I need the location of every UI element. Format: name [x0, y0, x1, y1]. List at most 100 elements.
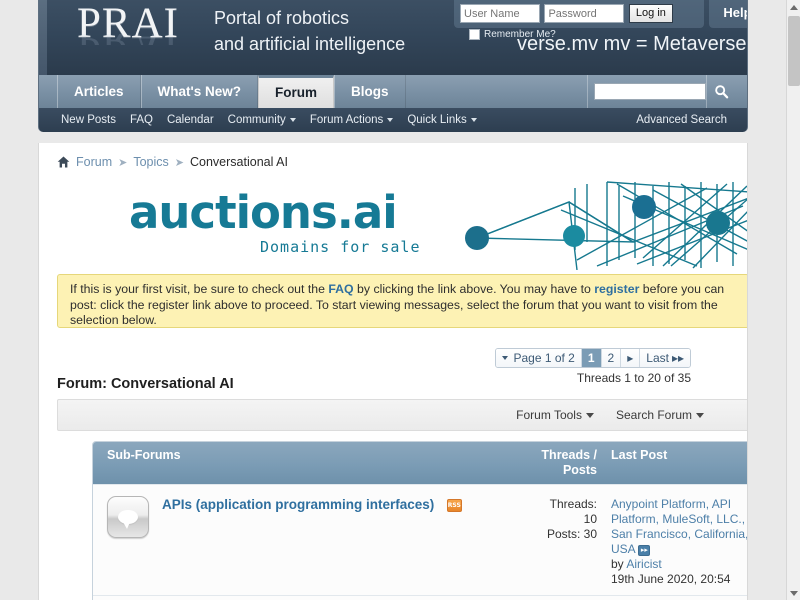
tab-articles[interactable]: Articles — [57, 75, 141, 108]
column-header-subforums: Sub-Forums — [107, 448, 181, 462]
remember-me-checkbox[interactable] — [469, 29, 480, 40]
chevron-down-icon — [387, 118, 394, 122]
notice-faq-link[interactable]: FAQ — [328, 282, 353, 296]
scroll-down-button[interactable] — [787, 586, 800, 600]
site-logo-reflection: PRAI — [77, 34, 179, 45]
pagination-last-button[interactable]: Last ▸▸ — [640, 349, 690, 367]
chevron-right-icon: ▸ — [627, 351, 634, 365]
page-scrollbar[interactable] — [786, 0, 800, 600]
subforums-table: Sub-Forums Threads / Posts Last Post API… — [92, 441, 747, 600]
nav-search-input[interactable] — [594, 83, 706, 100]
network-graph-illustration — [465, 181, 747, 270]
column-header-threads-posts: Threads / Posts — [495, 448, 607, 478]
breadcrumb-item-forum[interactable]: Forum — [76, 155, 112, 169]
subnav-label: New Posts — [61, 114, 116, 126]
notice-text-part2: by clicking the link above. You may have… — [353, 282, 595, 296]
pagination-last-label: Last — [646, 351, 669, 365]
login-form: Log in — [454, 0, 704, 28]
nav-search-area — [587, 75, 747, 108]
advanced-search-link[interactable]: Advanced Search — [636, 108, 727, 132]
rss-icon[interactable]: RSS — [446, 499, 462, 512]
chevron-down-icon — [585, 412, 594, 418]
secondary-navbar: New Posts FAQ Calendar Community Forum A… — [38, 108, 748, 132]
scroll-up-icon — [790, 4, 798, 10]
content-panel: Forum ➤ Topics ➤ Conversational AI aucti… — [38, 143, 748, 600]
row-last-post-cell: Anypoint Platform, API Platform, MuleSof… — [607, 493, 747, 587]
row-name-cell: APIs (application programming interfaces… — [162, 493, 495, 587]
subnav-item-faq[interactable]: FAQ — [130, 114, 153, 126]
pagination-page-2[interactable]: 2 — [601, 349, 622, 367]
search-forum-dropdown[interactable]: Search Forum — [616, 408, 704, 422]
home-icon[interactable] — [57, 156, 70, 168]
breadcrumb-item-current: Conversational AI — [190, 155, 288, 169]
main-navbar: Articles What's New? Forum Blogs — [38, 75, 748, 108]
tab-forum[interactable]: Forum — [258, 75, 334, 108]
secondary-nav-items: New Posts FAQ Calendar Community Forum A… — [61, 108, 477, 132]
password-input[interactable] — [544, 4, 625, 23]
page-right-margin — [748, 0, 786, 600]
subnav-item-calendar[interactable]: Calendar — [167, 114, 214, 126]
forum-tools-bar: Forum Tools Search Forum — [57, 399, 747, 431]
header-left-accent — [39, 0, 47, 75]
last-post-by-prefix: by — [611, 557, 627, 571]
page-root: PRAI PRAI Portal of robotics and artific… — [0, 0, 800, 600]
subnav-label: Community — [227, 114, 286, 126]
column-header-threads-line2: Posts — [562, 463, 597, 477]
subnav-label: Forum Actions — [309, 114, 384, 126]
pagination-page-dropdown[interactable]: Page 1 of 2 — [496, 349, 582, 367]
row-icon-cell — [93, 493, 162, 587]
pagination-next-button[interactable]: ▸ — [621, 349, 641, 367]
subforums-table-header: Sub-Forums Threads / Posts Last Post — [93, 442, 747, 484]
last-post-author-link[interactable]: Airicist — [626, 557, 661, 571]
help-button[interactable]: Help — [709, 0, 747, 28]
subnav-label: Calendar — [166, 114, 214, 126]
breadcrumb-item-topics[interactable]: Topics — [133, 155, 168, 169]
last-post-date: 19th June 2020, 20:54 — [611, 572, 731, 586]
chevron-down-icon — [696, 412, 704, 418]
tab-blogs[interactable]: Blogs — [334, 75, 406, 108]
column-header-threads-line1: Threads / — [541, 448, 597, 462]
remember-me-label: Remember Me? — [484, 29, 556, 40]
forum-tools-dropdown[interactable]: Forum Tools — [516, 408, 594, 422]
pagination: Page 1 of 2 1 2 ▸ Last ▸▸ — [495, 348, 691, 368]
notice-register-link[interactable]: register — [594, 282, 639, 296]
threads-value: 10 — [583, 512, 597, 526]
scrollbar-thumb[interactable] — [788, 16, 800, 86]
breadcrumb-separator-icon: ➤ — [118, 156, 128, 169]
pagination-page-1[interactable]: 1 — [581, 349, 602, 367]
column-header-last-post: Last Post — [611, 448, 668, 462]
tab-whats-new[interactable]: What's New? — [140, 75, 258, 108]
speech-bubble-shape — [117, 510, 138, 529]
subnav-item-new-posts[interactable]: New Posts — [61, 114, 116, 126]
double-chevron-right-icon: ▸▸ — [671, 351, 684, 365]
first-visit-notice: If this is your first visit, be sure to … — [57, 274, 747, 328]
subnav-item-community[interactable]: Community — [228, 114, 296, 126]
thread-count-label: Threads 1 to 20 of 35 — [576, 371, 691, 385]
nav-search-button[interactable] — [706, 75, 736, 108]
last-post-author-row: by Airicist — [611, 557, 747, 572]
row-counts-cell: Threads: 10 Posts: 30 — [495, 493, 607, 587]
pagination-page-label: Page 1 of 2 — [513, 351, 575, 365]
username-input[interactable] — [460, 4, 540, 23]
page-title: Forum: Conversational AI — [57, 376, 234, 392]
subforum-link[interactable]: APIs (application programming interfaces… — [162, 497, 434, 512]
subnav-item-quick-links[interactable]: Quick Links — [407, 114, 477, 126]
table-row[interactable]: APIs (application programming interfaces… — [93, 484, 747, 595]
site-tagline: Portal of robotics and artificial intell… — [214, 5, 474, 57]
subnav-label: Quick Links — [407, 114, 467, 126]
last-post-title-link[interactable]: Anypoint Platform, API Platform, MuleSof… — [611, 497, 747, 556]
table-row[interactable]: Bots RSS Threads: 101 My AI, chatbot, Sn… — [93, 595, 747, 600]
forum-bubble-icon — [106, 496, 149, 538]
advertisement-banner[interactable]: auctions.ai Domains for sale — [57, 180, 747, 270]
subnav-item-forum-actions[interactable]: Forum Actions — [310, 114, 394, 126]
subnav-label: FAQ — [129, 114, 153, 126]
breadcrumb: Forum ➤ Topics ➤ Conversational AI — [57, 155, 288, 169]
scroll-up-button[interactable] — [787, 0, 800, 14]
banner-subtitle: Domains for sale — [260, 238, 421, 256]
posts-value: Posts: 30 — [546, 527, 597, 541]
login-button[interactable]: Log in — [628, 4, 673, 23]
goto-last-post-icon[interactable]: ▸▸ — [638, 545, 651, 556]
remember-me-row[interactable]: Remember Me? — [469, 29, 556, 40]
chevron-down-icon — [470, 118, 477, 122]
threads-label: Threads: — [549, 497, 597, 511]
